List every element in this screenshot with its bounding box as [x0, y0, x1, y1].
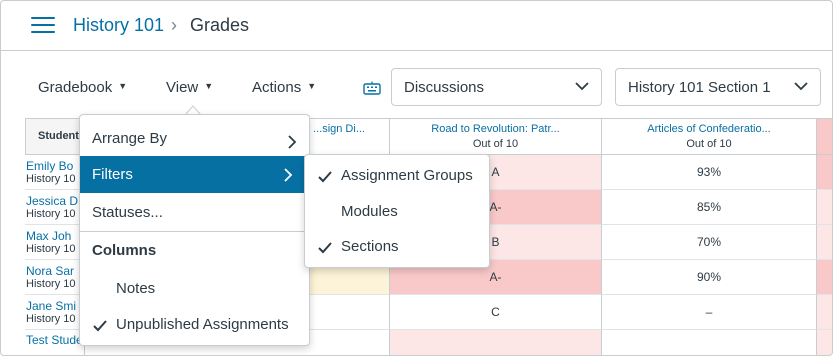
- student-name-link[interactable]: Nora Sar: [26, 264, 84, 278]
- student-column-header[interactable]: Student: [25, 118, 85, 155]
- grade-cell[interactable]: 70%: [602, 225, 817, 260]
- menu-item-label: Modules: [341, 203, 398, 220]
- assignment-column-header[interactable]: [817, 118, 832, 155]
- student-name-link[interactable]: Emily Bo: [26, 159, 84, 173]
- section-filter-value: History 101 Section 1: [628, 79, 771, 96]
- caret-down-icon: ▼: [307, 81, 317, 91]
- chevron-right-icon: [284, 168, 293, 182]
- page-header: History 101 › Grades: [1, 1, 832, 51]
- menu-item-label: Assignment Groups: [341, 167, 473, 184]
- student-cell[interactable]: Max Joh History 10: [25, 225, 85, 260]
- student-section: History 10: [26, 313, 76, 325]
- menu-item-sections[interactable]: Sections: [305, 230, 489, 265]
- checkmark-icon: [318, 171, 332, 183]
- grade-cell[interactable]: [817, 330, 832, 355]
- menu-item-notes[interactable]: Notes: [80, 271, 309, 307]
- grade-cell[interactable]: –: [602, 295, 817, 330]
- student-section: History 10: [26, 173, 76, 185]
- grade-cell[interactable]: [390, 330, 602, 355]
- menu-item-label: Arrange By: [92, 130, 168, 147]
- column-title[interactable]: Road to Revolution: Patr...: [390, 123, 601, 135]
- student-cell[interactable]: Test Student: [25, 330, 85, 355]
- gradebook-menu-button[interactable]: Gradebook ▼: [38, 79, 127, 96]
- student-name-link[interactable]: Test Student: [26, 333, 84, 347]
- caret-down-icon: ▼: [204, 81, 214, 91]
- breadcrumb-current: Grades: [190, 15, 250, 35]
- view-menu-label: View: [166, 79, 199, 96]
- grade-cell[interactable]: [817, 190, 832, 225]
- assignment-group-filter-value: Discussions: [404, 79, 485, 96]
- filters-submenu: Assignment Groups Modules Sections: [304, 154, 490, 268]
- grade-cell[interactable]: 90%: [602, 260, 817, 295]
- grade-cell[interactable]: 93%: [602, 155, 817, 190]
- chevron-down-icon: [575, 82, 589, 91]
- menu-item-statuses[interactable]: Statuses...: [80, 195, 309, 231]
- hamburger-icon[interactable]: [31, 17, 55, 35]
- menu-item-assignment-groups[interactable]: Assignment Groups: [305, 159, 489, 194]
- grade-cell[interactable]: [817, 260, 832, 295]
- menu-heading-columns: Columns: [92, 242, 157, 259]
- student-cell[interactable]: Jane Smi History 10: [25, 295, 85, 330]
- grade-cell[interactable]: [602, 330, 817, 355]
- menu-item-modules[interactable]: Modules: [305, 195, 489, 230]
- grade-cell[interactable]: C: [390, 295, 602, 330]
- student-name-link[interactable]: Jane Smi: [26, 299, 84, 313]
- assignment-column-header[interactable]: Articles of Confederatio... Out of 10: [602, 118, 817, 155]
- chevron-down-icon: [794, 82, 808, 91]
- student-cell[interactable]: Nora Sar History 10: [25, 260, 85, 295]
- student-cell[interactable]: Emily Bo History 10: [25, 155, 85, 190]
- breadcrumb-course-link[interactable]: History 101: [73, 15, 164, 36]
- student-cell[interactable]: Jessica D History 10: [25, 190, 85, 225]
- menu-item-label: Unpublished Assignments: [116, 316, 289, 333]
- view-menu: Arrange By Filters Statuses... Columns N…: [79, 114, 310, 346]
- keyboard-icon[interactable]: [363, 81, 381, 95]
- student-name-link[interactable]: Jessica D: [26, 194, 84, 208]
- gradebook-window: History 101 › Grades Gradebook ▼ View ▼ Ac…: [0, 0, 833, 356]
- menu-item-label: Sections: [341, 238, 399, 255]
- grade-cell[interactable]: [817, 225, 832, 260]
- column-points: Out of 10: [472, 138, 519, 150]
- view-menu-button[interactable]: View ▼: [166, 79, 213, 96]
- column-title[interactable]: Articles of Confederatio...: [602, 123, 816, 135]
- chevron-right-icon: [288, 135, 297, 149]
- student-section: History 10: [26, 243, 76, 255]
- actions-menu-button[interactable]: Actions ▼: [252, 79, 316, 96]
- student-section: History 10: [26, 208, 76, 220]
- actions-menu-label: Actions: [252, 79, 302, 96]
- student-section: History 10: [26, 278, 76, 290]
- assignment-column-header[interactable]: Road to Revolution: Patr... Out of 10: [390, 118, 602, 155]
- menu-item-label: Notes: [116, 280, 156, 297]
- gradebook-menu-label: Gradebook: [38, 79, 113, 96]
- breadcrumb-separator: ›: [171, 15, 177, 35]
- menu-divider: [80, 231, 309, 232]
- column-points: Out of 10: [686, 138, 732, 150]
- menu-item-label: Filters: [92, 166, 133, 183]
- section-filter-select[interactable]: History 101 Section 1: [615, 68, 821, 106]
- caret-down-icon: ▼: [118, 81, 128, 91]
- menu-item-unpublished-assignments[interactable]: Unpublished Assignments: [80, 307, 309, 343]
- checkmark-icon: [93, 320, 107, 332]
- menu-item-label: Statuses...: [92, 204, 163, 221]
- student-name-link[interactable]: Max Joh: [26, 229, 84, 243]
- assignment-group-filter-select[interactable]: Discussions: [391, 68, 602, 106]
- menu-item-filters[interactable]: Filters: [80, 156, 305, 193]
- grade-cell[interactable]: [817, 155, 832, 190]
- grade-cell[interactable]: [817, 295, 832, 330]
- checkmark-icon: [318, 242, 332, 254]
- grade-cell[interactable]: 85%: [602, 190, 817, 225]
